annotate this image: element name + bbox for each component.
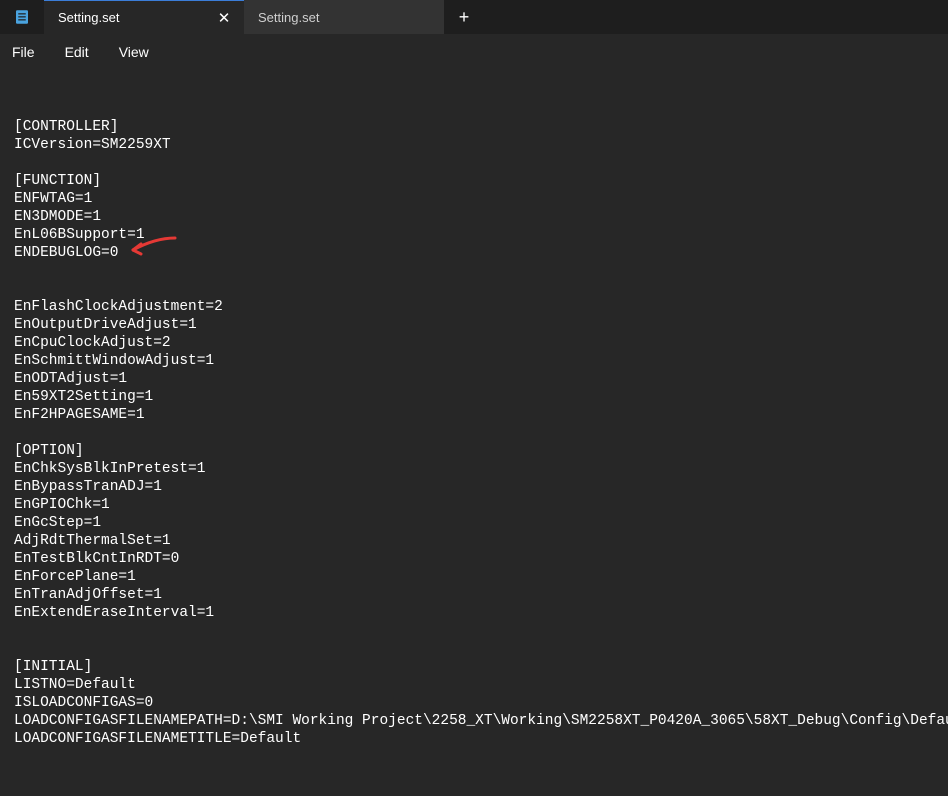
editor-line: EnF2HPAGESAME=1 — [14, 406, 934, 424]
editor-line: ISLOADCONFIGAS=0 — [14, 694, 934, 712]
menu-edit[interactable]: Edit — [61, 40, 93, 64]
editor-line — [14, 640, 934, 658]
close-icon[interactable]: ✕ — [216, 10, 232, 26]
editor-line: EnChkSysBlkInPretest=1 — [14, 460, 934, 478]
editor-line: EnTestBlkCntInRDT=0 — [14, 550, 934, 568]
titlebar: Setting.set ✕ Setting.set + — [0, 0, 948, 34]
editor-line: EnExtendEraseInterval=1 — [14, 604, 934, 622]
editor-line: AdjRdtThermalSet=1 — [14, 532, 934, 550]
editor-line — [14, 280, 934, 298]
editor-line: EnFlashClockAdjustment=2 — [14, 298, 934, 316]
menubar: File Edit View — [0, 34, 948, 70]
editor-content[interactable]: [CONTROLLER]ICVersion=SM2259XT [FUNCTION]… — [0, 70, 948, 796]
editor-line — [14, 424, 934, 442]
tab-title: Setting.set — [58, 10, 216, 25]
editor-line: ENDEBUGLOG=0 — [14, 244, 934, 262]
editor-line: [INITIAL] — [14, 658, 934, 676]
editor-line: EnSchmittWindowAdjust=1 — [14, 352, 934, 370]
editor-line: LOADCONFIGASFILENAMETITLE=Default — [14, 730, 934, 748]
editor-line: EnGPIOChk=1 — [14, 496, 934, 514]
editor-line: [CONTROLLER] — [14, 118, 934, 136]
editor-line — [14, 622, 934, 640]
app-icon — [0, 0, 44, 34]
editor-line: ICVersion=SM2259XT — [14, 136, 934, 154]
editor-line: EnCpuClockAdjust=2 — [14, 334, 934, 352]
new-tab-button[interactable]: + — [444, 0, 484, 34]
editor-line — [14, 262, 934, 280]
tab-title: Setting.set — [258, 10, 432, 25]
editor-line: EnForcePlane=1 — [14, 568, 934, 586]
tab-inactive[interactable]: Setting.set — [244, 0, 444, 34]
editor-line: [FUNCTION] — [14, 172, 934, 190]
editor-line: EnOutputDriveAdjust=1 — [14, 316, 934, 334]
editor-line: EnL06BSupport=1 — [14, 226, 934, 244]
menu-view[interactable]: View — [115, 40, 153, 64]
menu-file[interactable]: File — [8, 40, 39, 64]
tab-active[interactable]: Setting.set ✕ — [44, 0, 244, 34]
editor-line: LISTNO=Default — [14, 676, 934, 694]
editor-line: ENFWTAG=1 — [14, 190, 934, 208]
editor-line — [14, 154, 934, 172]
editor-line: EN3DMODE=1 — [14, 208, 934, 226]
editor-line: En59XT2Setting=1 — [14, 388, 934, 406]
editor-line: [OPTION] — [14, 442, 934, 460]
editor-line: EnTranAdjOffset=1 — [14, 586, 934, 604]
editor-line: EnODTAdjust=1 — [14, 370, 934, 388]
editor-line: EnBypassTranADJ=1 — [14, 478, 934, 496]
editor-line: EnGcStep=1 — [14, 514, 934, 532]
editor-line: LOADCONFIGASFILENAMEPATH=D:\SMI Working … — [14, 712, 934, 730]
